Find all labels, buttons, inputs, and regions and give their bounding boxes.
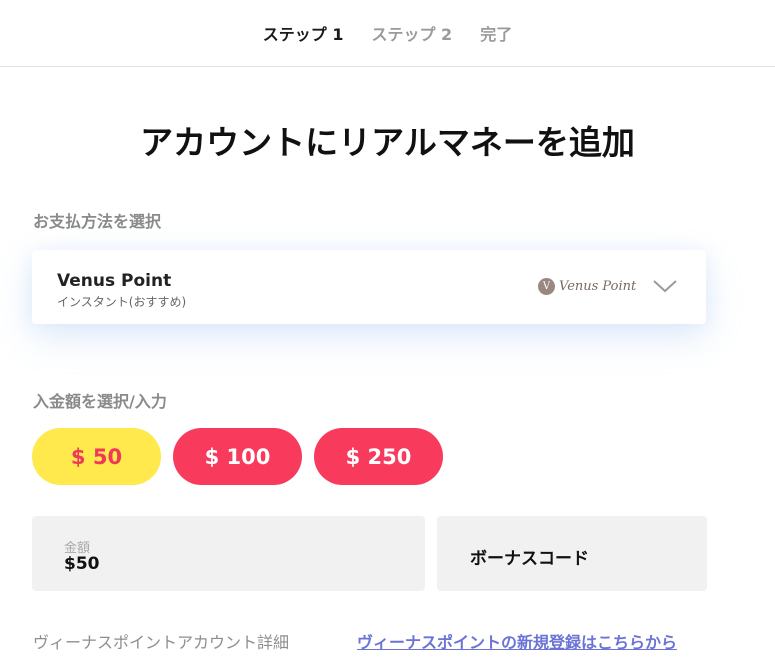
payment-method-select[interactable]: Venus Point インスタント(おすすめ) V Venus Point (32, 250, 706, 324)
chevron-down-icon[interactable] (652, 278, 678, 294)
amount-field-value: $50 (64, 554, 100, 574)
deposit-page: ステップ 1 ステップ 2 完了 アカウントにリアルマネーを追加 お支払方法を選… (0, 0, 775, 667)
step-2: ステップ 2 (371, 25, 453, 44)
payment-method-subtitle: インスタント(おすすめ) (57, 295, 187, 309)
bonus-code-label: ボーナスコード (470, 549, 589, 569)
amount-label: 入金額を選択/入力 (33, 392, 167, 411)
payment-method-label: お支払方法を選択 (33, 212, 162, 231)
amount-100-button[interactable]: $ 100 (173, 428, 302, 485)
register-link[interactable]: ヴィーナスポイントの新規登録はこちらから (357, 629, 677, 653)
venus-point-logo: V Venus Point (538, 278, 636, 295)
account-details-label: ヴィーナスポイントアカウント詳細 (33, 633, 290, 652)
amount-50-button[interactable]: $ 50 (32, 428, 161, 485)
amount-input[interactable]: 金額 $50 (32, 516, 425, 591)
page-title: アカウントにリアルマネーを追加 (140, 123, 635, 162)
amount-250-button[interactable]: $ 250 (314, 428, 443, 485)
venus-point-logo-mark: V (538, 278, 555, 295)
step-1: ステップ 1 (262, 25, 344, 44)
step-done: 完了 (480, 25, 513, 44)
step-indicator: ステップ 1 ステップ 2 完了 (0, 0, 775, 67)
venus-point-logo-text: Venus Point (559, 279, 637, 294)
bonus-code-input[interactable]: ボーナスコード (437, 516, 707, 591)
payment-method-name: Venus Point (57, 271, 172, 291)
